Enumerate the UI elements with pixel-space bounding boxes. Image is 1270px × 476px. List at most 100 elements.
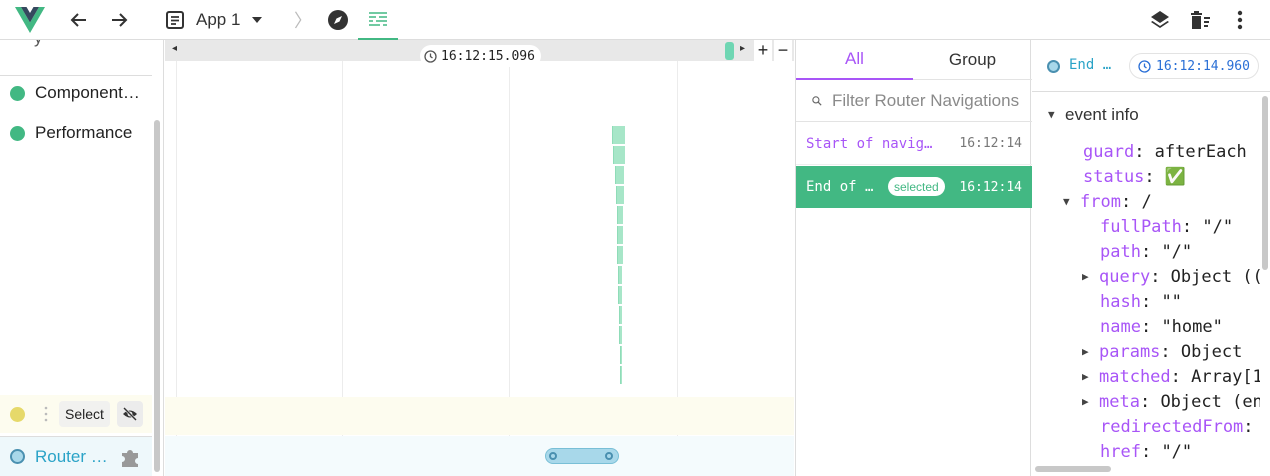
layer-list-scrollbar[interactable] <box>154 120 160 472</box>
timeline-icon <box>369 12 387 26</box>
caret-right-icon: ▶ <box>1082 345 1089 358</box>
layer-label: Performance <box>35 123 133 142</box>
clock-icon <box>424 49 437 63</box>
layers-button[interactable] <box>1148 8 1172 32</box>
performance-bar[interactable] <box>617 246 623 264</box>
timeline-canvas[interactable]: ◂ ▸ + − 16:12:15.096 <box>165 40 794 476</box>
performance-bar[interactable] <box>620 366 622 384</box>
more-menu-button[interactable] <box>1228 8 1252 32</box>
event-name: End of … <box>806 179 874 195</box>
tab-all[interactable]: All <box>796 40 913 80</box>
caret-down-icon: ▼ <box>1048 108 1055 121</box>
compass-icon <box>328 10 348 30</box>
event-time-pill: 16:12:14.960 <box>1129 53 1259 79</box>
field-params[interactable]: ▶ params: Object <box>1082 339 1242 364</box>
performance-bar[interactable] <box>620 346 622 364</box>
search-icon <box>812 95 822 106</box>
field-query[interactable]: ▶ query: Object (( <box>1082 264 1260 289</box>
performance-bar[interactable] <box>612 126 625 144</box>
vue-logo-icon <box>14 7 46 33</box>
field-guard: guard: afterEach <box>1083 141 1247 162</box>
event-start-dot <box>549 452 557 460</box>
timeline-tab[interactable] <box>358 0 398 40</box>
layer-color-dot <box>10 449 25 464</box>
select-lane <box>165 397 794 435</box>
section-event-info[interactable]: ▼ event info <box>1048 102 1139 127</box>
filter-bar <box>796 80 1032 122</box>
inspector-horizontal-scrollbar[interactable] <box>1035 466 1111 472</box>
scroll-right-arrow[interactable]: ▸ <box>740 43 745 54</box>
back-button[interactable] <box>66 8 92 32</box>
layer-color-dot <box>10 406 25 422</box>
field-hash: hash: "" <box>1100 291 1182 312</box>
layer-item-performance[interactable]: Performance <box>0 113 152 153</box>
state-tree: ▼ event info guard: afterEach status: ✅ … <box>1032 92 1260 464</box>
field-from[interactable]: ▼ from: / <box>1063 189 1152 214</box>
event-name: Start of navig… <box>806 135 933 152</box>
drag-handle-icon[interactable] <box>44 405 52 423</box>
caret-right-icon: ▶ <box>1082 270 1089 283</box>
event-color-dot <box>1047 60 1060 73</box>
performance-bar[interactable] <box>613 146 625 164</box>
performance-bar[interactable] <box>616 186 624 204</box>
performance-bar[interactable] <box>619 326 622 344</box>
event-tabs: All Group <box>796 40 1032 80</box>
app-icon <box>166 11 184 29</box>
performance-bar[interactable] <box>619 306 622 324</box>
field-meta[interactable]: ▶ meta: Object (en <box>1082 389 1260 414</box>
scroll-left-arrow[interactable]: ◂ <box>172 43 177 54</box>
field-redirectedfrom: redirectedFrom: <box>1100 416 1254 437</box>
layer-item-select[interactable]: Select <box>0 395 152 433</box>
performance-bar[interactable] <box>617 206 623 224</box>
layer-label: Router … <box>35 446 108 466</box>
top-toolbar: App 1 〉 <box>0 0 1270 40</box>
tab-group[interactable]: Group <box>914 40 1031 80</box>
zoom-out-button[interactable]: − <box>774 40 792 61</box>
cursor-time: 16:12:15.096 <box>420 45 541 67</box>
zoom-in-button[interactable]: + <box>754 40 772 61</box>
inspector-vertical-scrollbar[interactable] <box>1262 96 1268 270</box>
event-row-selected[interactable]: End of … selected 16:12:14 <box>796 166 1032 208</box>
field-name: name: "home" <box>1100 316 1223 337</box>
filter-input[interactable] <box>832 90 1032 111</box>
performance-bar[interactable] <box>618 266 622 284</box>
performance-bar[interactable] <box>618 286 622 304</box>
event-time: 16:12:14 <box>959 179 1022 195</box>
cursor-time-label: 16:12:15.096 <box>441 48 535 64</box>
puzzle-icon <box>122 450 138 467</box>
app-name: App 1 <box>196 10 241 29</box>
event-list-panel: All Group Start of navig… 16:12:14 End o… <box>795 40 1032 476</box>
layer-item-router[interactable]: Router … <box>0 436 152 476</box>
hide-layer-button[interactable] <box>117 401 143 427</box>
forward-button[interactable] <box>106 8 132 32</box>
caret-right-icon: ▶ <box>1082 395 1089 408</box>
event-time: 16:12:14 <box>959 136 1022 151</box>
field-path: path: "/" <box>1100 241 1193 262</box>
trash-icon <box>1191 11 1210 29</box>
field-href: href: "/" <box>1100 441 1193 462</box>
timeline-scrubber[interactable] <box>725 42 734 60</box>
app-selector[interactable]: App 1 <box>164 6 276 34</box>
caret-right-icon: ▶ <box>1082 370 1089 383</box>
inspector-header: End … 16:12:14.960 <box>1032 40 1270 92</box>
layer-item-partial[interactable]: y <box>0 40 152 76</box>
selected-badge: selected <box>888 177 945 196</box>
performance-bar[interactable] <box>617 226 623 244</box>
section-label: event info <box>1065 104 1139 124</box>
select-label[interactable]: Select <box>59 401 110 427</box>
inspector-tab[interactable] <box>326 8 350 32</box>
layer-list: y Component… Performance Select Router … <box>0 40 164 476</box>
caret-down-icon: ▼ <box>1063 195 1070 208</box>
clock-icon <box>1138 59 1151 73</box>
field-status: status: ✅ <box>1083 166 1187 187</box>
clear-button[interactable] <box>1188 8 1212 32</box>
layer-item-components[interactable]: Component… <box>0 73 152 113</box>
arrow-back-icon <box>70 13 86 27</box>
event-inspector: End … 16:12:14.960 ▼ event info guard: a… <box>1032 40 1270 476</box>
event-row[interactable]: Start of navig… 16:12:14 <box>796 123 1032 165</box>
field-matched[interactable]: ▶ matched: Array[1 <box>1082 364 1260 389</box>
more-vert-icon <box>1237 10 1243 30</box>
chevron-down-icon <box>252 17 263 23</box>
performance-bar[interactable] <box>615 166 624 184</box>
router-event-marker[interactable] <box>545 448 619 464</box>
